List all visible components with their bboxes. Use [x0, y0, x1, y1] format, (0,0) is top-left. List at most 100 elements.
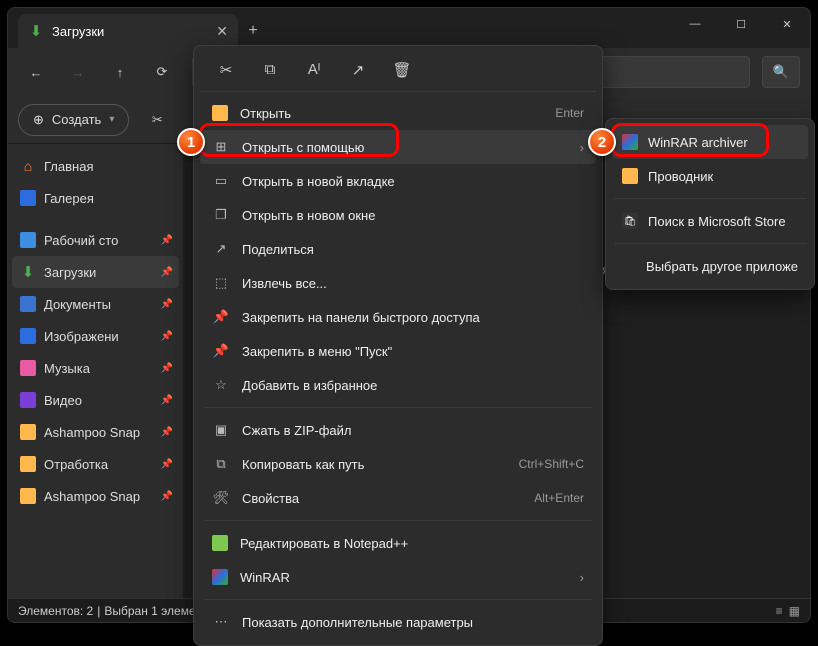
- tab-close-icon[interactable]: ✕: [216, 23, 228, 40]
- sidebar-music[interactable]: Музыка 📌: [12, 352, 179, 384]
- ctx-label: Закрепить на панели быстрого доступа: [242, 310, 480, 325]
- tab-title: Загрузки: [52, 24, 104, 39]
- pin-icon: 📌: [161, 235, 173, 246]
- sidebar-work[interactable]: Отработка 📌: [12, 448, 179, 480]
- ctx-open-new-tab[interactable]: ▭ Открыть в новой вкладке: [200, 164, 596, 198]
- ctx-open[interactable]: Открыть Enter: [200, 96, 596, 130]
- sidebar-gallery[interactable]: Галерея: [12, 182, 179, 214]
- context-menu: ✂ ⧉ Aᴵ ↗ 🗑 Открыть Enter ⊞ Открыть с пом…: [193, 45, 603, 646]
- forward-button[interactable]: →: [60, 54, 96, 90]
- refresh-button[interactable]: ⟳: [144, 54, 180, 90]
- sub-winrar[interactable]: WinRAR archiver: [612, 125, 808, 159]
- ctx-label: Открыть с помощью: [242, 140, 364, 155]
- status-sep: |: [97, 604, 100, 618]
- sidebar-label: Галерея: [44, 191, 94, 206]
- ctx-open-with[interactable]: ⊞ Открыть с помощью ›: [200, 130, 596, 164]
- folder-icon: [20, 488, 36, 504]
- sidebar-downloads[interactable]: ⬇ Загрузки 📌: [12, 256, 179, 288]
- sidebar-snap2[interactable]: Ashampoo Snap 📌: [12, 480, 179, 512]
- ctx-hint: Alt+Enter: [534, 491, 584, 505]
- status-count: Элементов: 2: [18, 604, 93, 618]
- delete-icon[interactable]: 🗑: [390, 61, 414, 79]
- sidebar-documents[interactable]: Документы 📌: [12, 288, 179, 320]
- ctx-show-more[interactable]: ⋯ Показать дополнительные параметры: [200, 605, 596, 639]
- new-tab-icon: ▭: [212, 173, 230, 189]
- folder-open-icon: [212, 105, 228, 121]
- rename-icon[interactable]: Aᴵ: [302, 61, 326, 78]
- copy-icon[interactable]: ⧉: [258, 61, 282, 78]
- tab-downloads[interactable]: ⬇ Загрузки ✕: [18, 14, 238, 48]
- pin-icon: 📌: [161, 267, 173, 278]
- ctx-open-new-window[interactable]: ❐ Открыть в новом окне: [200, 198, 596, 232]
- ctx-label: Свойства: [242, 491, 299, 506]
- maximize-button[interactable]: ☐: [718, 8, 764, 40]
- ctx-favorite[interactable]: ☆ Добавить в избранное: [200, 368, 596, 402]
- zip-icon: ▣: [212, 422, 230, 438]
- sidebar-label: Рабочий сто: [44, 233, 118, 248]
- share-icon: ↗: [212, 241, 230, 257]
- ctx-separator: [204, 520, 592, 521]
- back-button[interactable]: ←: [18, 54, 54, 90]
- sidebar-images[interactable]: Изображени 📌: [12, 320, 179, 352]
- ctx-notepadpp[interactable]: Редактировать в Notepad++: [200, 526, 596, 560]
- search-button[interactable]: 🔍: [762, 56, 800, 88]
- ctx-pin-start[interactable]: 📌 Закрепить в меню "Пуск": [200, 334, 596, 368]
- ctx-extract[interactable]: ⬚ Извлечь все...: [200, 266, 596, 300]
- sub-store[interactable]: 🛍 Поиск в Microsoft Store: [612, 204, 808, 238]
- ctx-label: WinRAR: [240, 570, 290, 585]
- sidebar-label: Изображени: [44, 329, 119, 344]
- download-icon: ⬇: [20, 264, 36, 280]
- ctx-hint: Ctrl+Shift+C: [519, 457, 584, 471]
- sidebar-label: Документы: [44, 297, 111, 312]
- ctx-zip[interactable]: ▣ Сжать в ZIP-файл: [200, 413, 596, 447]
- sidebar-snap1[interactable]: Ashampoo Snap 📌: [12, 416, 179, 448]
- ctx-winrar[interactable]: WinRAR ›: [200, 560, 596, 594]
- copy-path-icon: ⧉: [212, 456, 230, 472]
- ctx-properties[interactable]: 🛠 Свойства Alt+Enter: [200, 481, 596, 515]
- sub-explorer[interactable]: Проводник: [612, 159, 808, 193]
- music-icon: [20, 360, 36, 376]
- step-badge-1: 1: [177, 128, 205, 156]
- sub-other-app[interactable]: Выбрать другое приложе: [612, 249, 808, 283]
- chevron-down-icon: ▾: [109, 114, 114, 125]
- download-icon: ⬇: [28, 23, 44, 39]
- minimize-button[interactable]: —: [672, 8, 718, 40]
- share-icon[interactable]: ↗: [346, 61, 370, 79]
- create-button[interactable]: ⊕ Создать ▾: [18, 104, 129, 136]
- ctx-label: Добавить в избранное: [242, 378, 377, 393]
- ctx-pin-quickaccess[interactable]: 📌 Закрепить на панели быстрого доступа: [200, 300, 596, 334]
- close-button[interactable]: ✕: [764, 8, 810, 40]
- ctx-label: Поделиться: [242, 242, 314, 257]
- sidebar-desktop[interactable]: Рабочий сто 📌: [12, 224, 179, 256]
- search-icon: 🔍: [773, 64, 789, 80]
- winrar-icon: [212, 569, 228, 585]
- create-label: Создать: [52, 112, 101, 127]
- pin-icon: 📌: [212, 309, 230, 325]
- view-details-icon[interactable]: ≡: [776, 604, 783, 618]
- ctx-share[interactable]: ↗ Поделиться: [200, 232, 596, 266]
- images-icon: [20, 328, 36, 344]
- ctx-label: Извлечь все...: [242, 276, 327, 291]
- cut-icon[interactable]: ✂: [139, 102, 175, 138]
- open-with-icon: ⊞: [212, 139, 230, 155]
- extract-icon: ⬚: [212, 275, 230, 291]
- new-tab-button[interactable]: +: [238, 14, 268, 48]
- winrar-icon: [622, 134, 638, 150]
- documents-icon: [20, 296, 36, 312]
- ctx-label: Открыть в новом окне: [242, 208, 375, 223]
- ctx-copy-path[interactable]: ⧉ Копировать как путь Ctrl+Shift+C: [200, 447, 596, 481]
- sidebar-video[interactable]: Видео 📌: [12, 384, 179, 416]
- sidebar-home[interactable]: ⌂ Главная: [12, 150, 179, 182]
- video-icon: [20, 392, 36, 408]
- sidebar-label: Отработка: [44, 457, 108, 472]
- up-button[interactable]: ↑: [102, 54, 138, 90]
- ctx-hint: Enter: [555, 106, 584, 120]
- cut-icon[interactable]: ✂: [214, 61, 238, 79]
- pin-icon: 📌: [161, 395, 173, 406]
- pin-icon: 📌: [161, 331, 173, 342]
- chevron-right-icon: ›: [580, 570, 584, 585]
- properties-icon: 🛠: [212, 490, 230, 506]
- view-tiles-icon[interactable]: ▦: [789, 604, 800, 618]
- notepadpp-icon: [212, 535, 228, 551]
- ctx-label: Сжать в ZIP-файл: [242, 423, 352, 438]
